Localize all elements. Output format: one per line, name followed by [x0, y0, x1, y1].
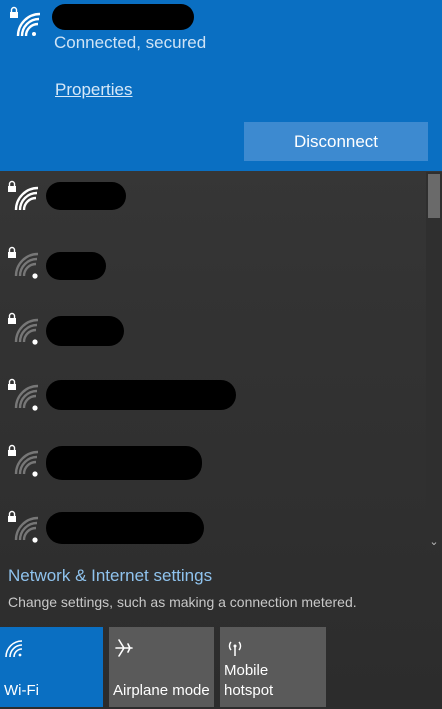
- scrollbar-thumb[interactable]: [428, 174, 440, 218]
- mobile-hotspot-tile[interactable]: Mobile hotspot: [220, 627, 326, 707]
- chevron-down-icon[interactable]: ⌄: [426, 534, 442, 550]
- hotspot-tile-label: Mobile hotspot: [224, 662, 274, 699]
- redacted-network-name: [46, 182, 126, 210]
- network-item[interactable]: [0, 172, 426, 238]
- secured-wifi-icon: [8, 180, 39, 211]
- network-item[interactable]: [0, 304, 426, 370]
- redacted-network-name: [46, 316, 124, 346]
- airplane-tile-label: Airplane mode: [113, 682, 210, 699]
- wifi-icon: [5, 640, 23, 658]
- redacted-network-name: [46, 380, 236, 410]
- network-list: [0, 172, 426, 550]
- secured-wifi-weak-icon: [8, 378, 39, 411]
- network-internet-settings-link[interactable]: Network & Internet settings: [8, 566, 212, 586]
- wifi-toggle-tile[interactable]: Wi-Fi: [0, 627, 103, 707]
- properties-link[interactable]: Properties: [55, 80, 132, 100]
- airplane-icon: [115, 639, 133, 657]
- secured-wifi-icon: [10, 6, 41, 37]
- network-item[interactable]: [0, 436, 426, 502]
- secured-wifi-weak-icon: [8, 510, 39, 543]
- connection-status: Connected, secured: [54, 33, 207, 52]
- secured-wifi-weak-icon: [8, 312, 39, 345]
- hotspot-icon: [228, 641, 242, 656]
- wifi-tile-label: Wi-Fi: [4, 682, 39, 699]
- settings-description: Change settings, such as making a connec…: [8, 594, 357, 610]
- redacted-network-name: [46, 446, 202, 480]
- scrollbar[interactable]: ⌄: [426, 172, 442, 550]
- redacted-network-name: [52, 4, 194, 30]
- airplane-mode-tile[interactable]: Airplane mode: [109, 627, 214, 707]
- network-flyout: Connected, secured Properties Disconnect: [0, 0, 442, 709]
- secured-wifi-weak-icon: [8, 444, 39, 477]
- connected-network-panel[interactable]: Connected, secured Properties Disconnect: [0, 0, 442, 171]
- network-item[interactable]: [0, 370, 426, 436]
- redacted-network-name: [46, 252, 106, 280]
- disconnect-button[interactable]: Disconnect: [244, 122, 428, 161]
- redacted-network-name: [46, 512, 204, 544]
- network-item[interactable]: [0, 238, 426, 304]
- secured-wifi-weak-icon: [8, 246, 39, 279]
- network-item[interactable]: [0, 502, 426, 550]
